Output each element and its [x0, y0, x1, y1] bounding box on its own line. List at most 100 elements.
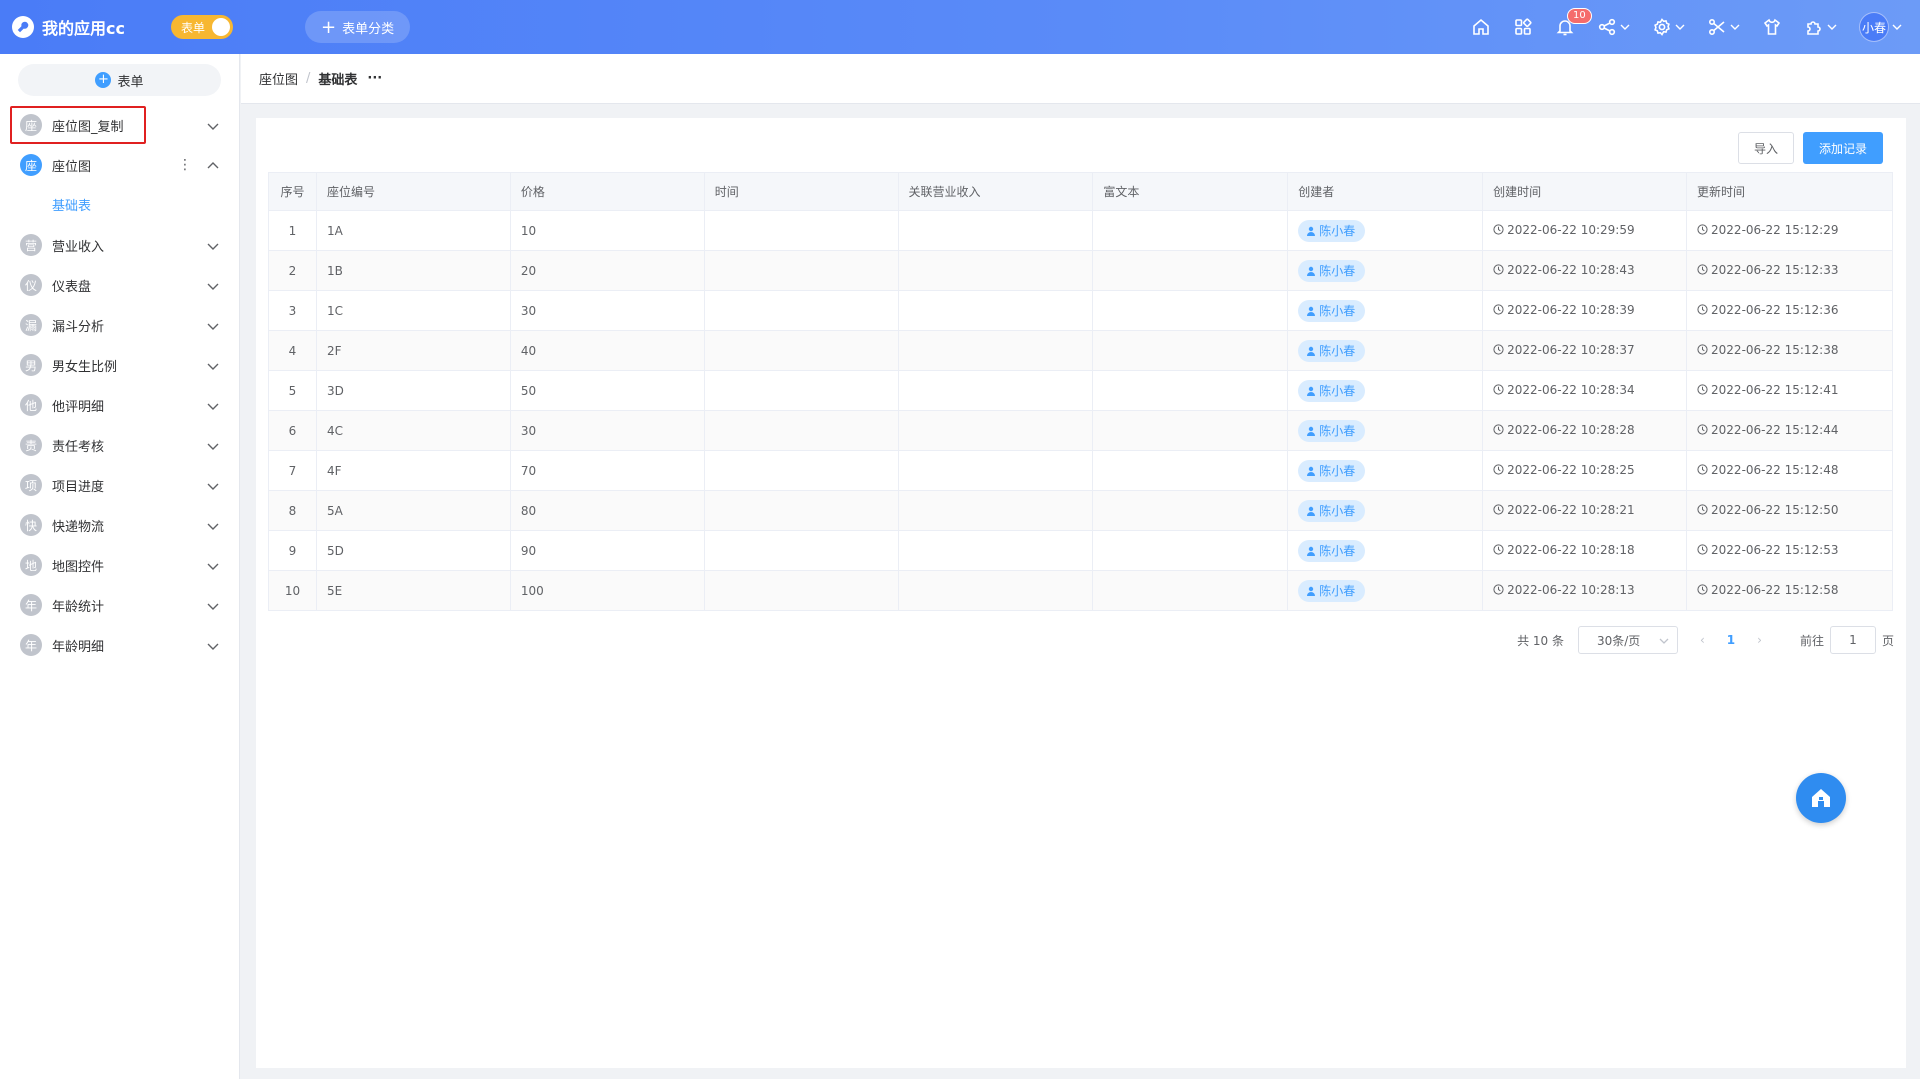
home-icon[interactable] [1471, 17, 1491, 37]
column-header[interactable]: 更新时间 [1686, 172, 1893, 211]
sidebar-item-gender-ratio[interactable]: 男 男女生比例 [0, 345, 240, 385]
chevron-down-icon[interactable] [206, 479, 220, 493]
table-row[interactable]: 1 1A 10 陈小春 2022-06-22 10:29:59 2022-06-22 15… [268, 210, 1893, 251]
sidebar-item-map-control[interactable]: 地 地图控件 [0, 545, 240, 585]
sidebar-item-age-detail[interactable]: 年 年龄明细 [0, 625, 240, 665]
chevron-down-icon[interactable] [206, 639, 220, 653]
cell-rich-text [1092, 490, 1289, 531]
more-vertical-icon[interactable]: ⋮ [178, 157, 192, 173]
sidebar-item-label: 营业收入 [52, 239, 105, 255]
cell-index: 5 [268, 370, 317, 411]
cell-created-time: 2022-06-22 10:28:43 [1482, 250, 1688, 291]
table-row[interactable]: 2 1B 20 陈小春 2022-06-22 10:28:43 2022-06-22 15… [268, 250, 1893, 291]
sidebar-item-seat-map[interactable]: 座 座位图 ⋮ [0, 145, 240, 185]
apps-grid-icon[interactable] [1513, 17, 1533, 37]
goto-page-input[interactable]: 1 [1829, 626, 1876, 654]
sidebar-subitem-basic-table[interactable]: 基础表 [52, 195, 91, 214]
column-header[interactable]: 富文本 [1092, 172, 1289, 211]
next-page-button[interactable]: › [1757, 633, 1762, 647]
add-form-button[interactable]: + 表单 [18, 64, 221, 96]
table-row[interactable]: 5 3D 50 陈小春 2022-06-22 10:28:34 2022-06-22 15… [268, 370, 1893, 411]
updated-time-value: 2022-06-22 15:12:41 [1711, 382, 1839, 397]
import-button[interactable]: 导入 [1738, 132, 1794, 164]
sidebar-item-age-stats[interactable]: 年 年龄统计 [0, 585, 240, 625]
column-header[interactable]: 时间 [703, 172, 899, 211]
sidebar-item-revenue[interactable]: 营 营业收入 [0, 225, 240, 265]
cell-index: 9 [268, 530, 317, 571]
user-menu[interactable]: 小春 [1859, 12, 1902, 42]
chevron-down-icon[interactable] [206, 239, 220, 253]
table-row[interactable]: 6 4C 30 陈小春 2022-06-22 10:28:28 2022-06-22 15… [268, 410, 1893, 451]
form-category-button[interactable]: + 表单分类 [304, 11, 411, 43]
form-mode-toggle[interactable]: 表单 [170, 15, 233, 39]
cell-price: 50 [509, 370, 705, 411]
updated-time: 2022-06-22 15:12:50 [1697, 503, 1838, 517]
sidebar-item-funnel-analysis[interactable]: 漏 漏斗分析 [0, 305, 240, 345]
column-header[interactable]: 序号 [268, 172, 317, 211]
chevron-down-icon[interactable] [206, 279, 220, 293]
chevron-down-icon[interactable] [206, 399, 220, 413]
app-logo[interactable]: 我的应用cc [12, 15, 125, 39]
tools-icon[interactable] [1707, 17, 1740, 37]
breadcrumb-parent[interactable]: 座位图 [259, 69, 298, 88]
chevron-down-icon[interactable] [206, 359, 220, 373]
wrench-icon [12, 16, 34, 38]
chevron-down-icon[interactable] [206, 319, 220, 333]
table-row[interactable]: 7 4F 70 陈小春 2022-06-22 10:28:25 2022-06-22 15… [268, 450, 1893, 491]
settings-icon[interactable] [1652, 17, 1685, 37]
created-time-value: 2022-06-22 10:28:28 [1507, 422, 1635, 437]
page-unit-label: 页 [1881, 633, 1894, 648]
sidebar-item-responsibility[interactable]: 责 责任考核 [0, 425, 240, 465]
table-row[interactable]: 4 2F 40 陈小春 2022-06-22 10:28:37 2022-06-22 15… [268, 330, 1893, 371]
chevron-down-icon[interactable] [206, 439, 220, 453]
home-float-button[interactable] [1796, 773, 1846, 823]
more-horizontal-icon[interactable]: ··· [367, 71, 382, 86]
column-header[interactable]: 关联营业收入 [897, 172, 1094, 211]
column-header[interactable]: 创建者 [1287, 172, 1484, 211]
share-icon[interactable] [1597, 17, 1630, 37]
chevron-down-icon[interactable] [206, 119, 220, 133]
column-header[interactable]: 创建时间 [1482, 172, 1688, 211]
table-row[interactable]: 3 1C 30 陈小春 2022-06-22 10:28:39 2022-06-22 15… [268, 290, 1893, 331]
sidebar-item-label: 男女生比例 [52, 359, 118, 375]
user-icon [1307, 586, 1316, 596]
cell-created-time: 2022-06-22 10:28:21 [1482, 490, 1688, 531]
updated-time-value: 2022-06-22 15:12:33 [1711, 262, 1839, 277]
table-row[interactable]: 9 5D 90 陈小春 2022-06-22 10:28:18 2022-06-22 15… [268, 530, 1893, 571]
column-header[interactable]: 座位编号 [315, 172, 511, 211]
clock-icon [1697, 264, 1708, 275]
cell-updated-time: 2022-06-22 15:12:29 [1686, 210, 1893, 251]
cell-price: 40 [509, 330, 705, 371]
cell-creator: 陈小春 [1287, 490, 1484, 531]
chevron-down-icon [1620, 24, 1630, 30]
page-number-current[interactable]: 1 [1727, 633, 1735, 647]
chevron-up-icon[interactable] [206, 159, 220, 173]
updated-time: 2022-06-22 15:12:36 [1697, 303, 1838, 317]
creator-name: 陈小春 [1319, 584, 1356, 598]
prev-page-button[interactable]: ‹ [1700, 633, 1705, 647]
chevron-down-icon[interactable] [206, 519, 220, 533]
shirt-icon[interactable] [1762, 17, 1782, 37]
sidebar-item-dashboard[interactable]: 仪 仪表盘 [0, 265, 240, 305]
breadcrumb: 座位图 / 基础表 ··· [241, 54, 1920, 104]
pagination: 共 10 条 30条/页 ‹ 1 › 前往 1 页 [1517, 626, 1894, 654]
column-header[interactable]: 价格 [509, 172, 705, 211]
chevron-down-icon[interactable] [206, 559, 220, 573]
table-row[interactable]: 8 5A 80 陈小春 2022-06-22 10:28:21 2022-06-22 15… [268, 490, 1893, 531]
user-icon [1307, 546, 1316, 556]
updated-time-value: 2022-06-22 15:12:36 [1711, 302, 1839, 317]
chevron-down-icon[interactable] [206, 599, 220, 613]
updated-time: 2022-06-22 15:12:48 [1697, 463, 1838, 477]
cell-time [703, 410, 899, 451]
cell-created-time: 2022-06-22 10:28:39 [1482, 290, 1688, 331]
sidebar-item-project-progress[interactable]: 项 项目进度 [0, 465, 240, 505]
add-record-button[interactable]: 添加记录 [1803, 132, 1883, 164]
bell-icon[interactable]: 10 [1555, 8, 1592, 37]
cell-index: 4 [268, 330, 317, 371]
sidebar-item-peer-review[interactable]: 他 他评明细 [0, 385, 240, 425]
table-row[interactable]: 10 5E 100 陈小春 2022-06-22 10:28:13 2022-06-22 … [268, 570, 1893, 611]
puzzle-icon[interactable] [1804, 17, 1837, 37]
cell-related-revenue [897, 290, 1094, 331]
sidebar-item-express-logistics[interactable]: 快 快递物流 [0, 505, 240, 545]
page-size-select[interactable]: 30条/页 [1577, 626, 1678, 654]
